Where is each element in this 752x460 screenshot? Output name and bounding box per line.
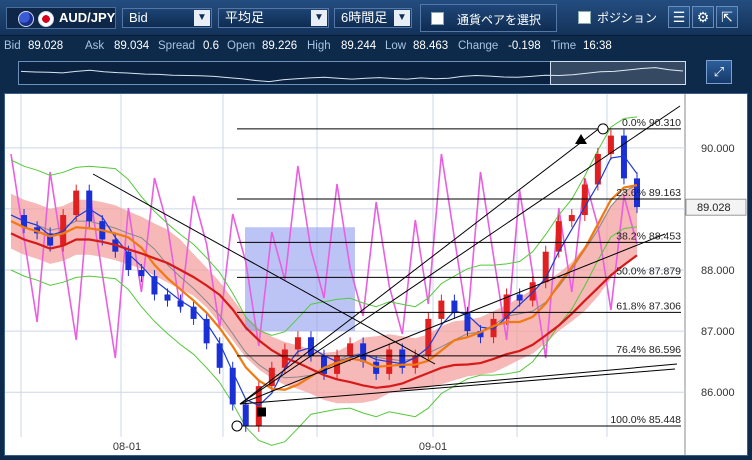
price-type-select[interactable]: Bid ▼	[122, 8, 212, 28]
fib-level-label: 61.8% 87.306	[616, 300, 681, 312]
quote-bar: Bid 89.028 Ask 89.034 Spread 0.6 Open 89…	[0, 36, 752, 56]
fib-level-label: 38.2% 88.453	[616, 230, 681, 242]
fib-anchor-low	[231, 420, 243, 432]
time-value: 16:38	[583, 40, 612, 52]
chevron-down-icon: ▼	[311, 10, 327, 26]
high-label: High	[307, 40, 331, 52]
candle-body	[516, 294, 523, 301]
chevron-down-icon: ▼	[194, 10, 210, 26]
chart-canvas[interactable]: 90.00089.00088.00087.00086.00008-0109-01…	[5, 94, 747, 455]
fib-level-label: 76.4% 86.596	[616, 344, 681, 356]
high-value: 89.244	[341, 40, 377, 52]
bid-label: Bid	[4, 40, 21, 52]
zoom-toggle-icon[interactable]: ⤢	[706, 60, 732, 84]
candle-body	[151, 276, 158, 295]
time-label: Time	[551, 40, 577, 52]
price-chart[interactable]: 90.00089.00088.00087.00086.00008-0109-01…	[4, 93, 748, 456]
open-value: 89.226	[262, 40, 298, 52]
pair-select-button[interactable]: 通貨ペアを選択	[420, 4, 557, 32]
chart-type-value: 平均足	[225, 10, 265, 25]
position-checkbox[interactable]	[578, 11, 591, 24]
y-tick-label: 90.000	[701, 143, 735, 155]
fib-level-label: 100.0% 85.448	[610, 414, 681, 426]
fib-anchor-high	[597, 123, 609, 135]
candle-body	[164, 294, 171, 301]
chart-toolbar: AUD/JPY Bid ▼ 平均足 ▼ 6時間足 ▼ 通貨ペアを選択 ポジション…	[0, 0, 752, 36]
list-icon[interactable]: ☰	[668, 6, 690, 28]
low-value: 88.463	[413, 40, 449, 52]
candle-body	[138, 270, 145, 277]
square-marker	[257, 407, 266, 417]
candle-body	[438, 300, 445, 319]
timeframe-value: 6時間足	[341, 10, 388, 25]
open-label: Open	[227, 40, 256, 52]
candle-body	[307, 337, 314, 356]
x-tick-label: 08-01	[113, 441, 141, 453]
y-tick-label: 88.000	[701, 265, 735, 277]
candle-body	[73, 190, 80, 216]
y-tick-label: 86.000	[701, 387, 735, 399]
fib-level-label: 23.6% 89.163	[616, 187, 681, 199]
fib-level-label: 0.0% 90.310	[622, 117, 681, 129]
navigator-selection-handle[interactable]	[550, 61, 686, 85]
jpy-flag-icon	[38, 11, 54, 27]
ask-label: Ask	[85, 40, 105, 52]
timeframe-select[interactable]: 6時間足 ▼	[334, 8, 412, 28]
candle-body	[529, 282, 536, 301]
y-tick-label: 87.000	[701, 326, 735, 338]
pair-select-label: 通貨ペアを選択	[457, 13, 542, 27]
candle-body	[242, 404, 249, 426]
pair-select-checkbox[interactable]	[431, 12, 444, 25]
spread-label: Spread	[158, 40, 196, 52]
candle-body	[294, 337, 301, 350]
candle-body	[60, 215, 67, 246]
fib-level-label: 50.0% 87.879	[616, 265, 681, 277]
candle-body	[360, 343, 367, 362]
position-label: ポジション	[597, 11, 658, 25]
x-tick-label: 09-01	[419, 441, 447, 453]
aud-flag-icon	[18, 11, 34, 27]
candle-body	[347, 343, 354, 356]
gear-icon[interactable]: ⚙	[692, 6, 714, 28]
change-label: Change	[458, 40, 499, 52]
candle-body	[568, 215, 575, 222]
chart-type-select[interactable]: 平均足 ▼	[218, 8, 329, 28]
low-label: Low	[385, 40, 407, 52]
spread-value: 0.6	[203, 40, 219, 52]
bid-value: 89.028	[28, 40, 64, 52]
current-price-label: 89.028	[697, 202, 731, 214]
change-value: -0.198	[508, 40, 541, 52]
chevron-down-icon: ▼	[394, 10, 410, 26]
ask-value: 89.034	[114, 40, 150, 52]
pair-label: AUD/JPY	[59, 10, 116, 25]
expand-arrow-icon[interactable]: ⇱	[716, 6, 738, 28]
candle-body	[425, 318, 432, 356]
price-type-value: Bid	[129, 10, 148, 25]
candle-body	[86, 190, 93, 222]
